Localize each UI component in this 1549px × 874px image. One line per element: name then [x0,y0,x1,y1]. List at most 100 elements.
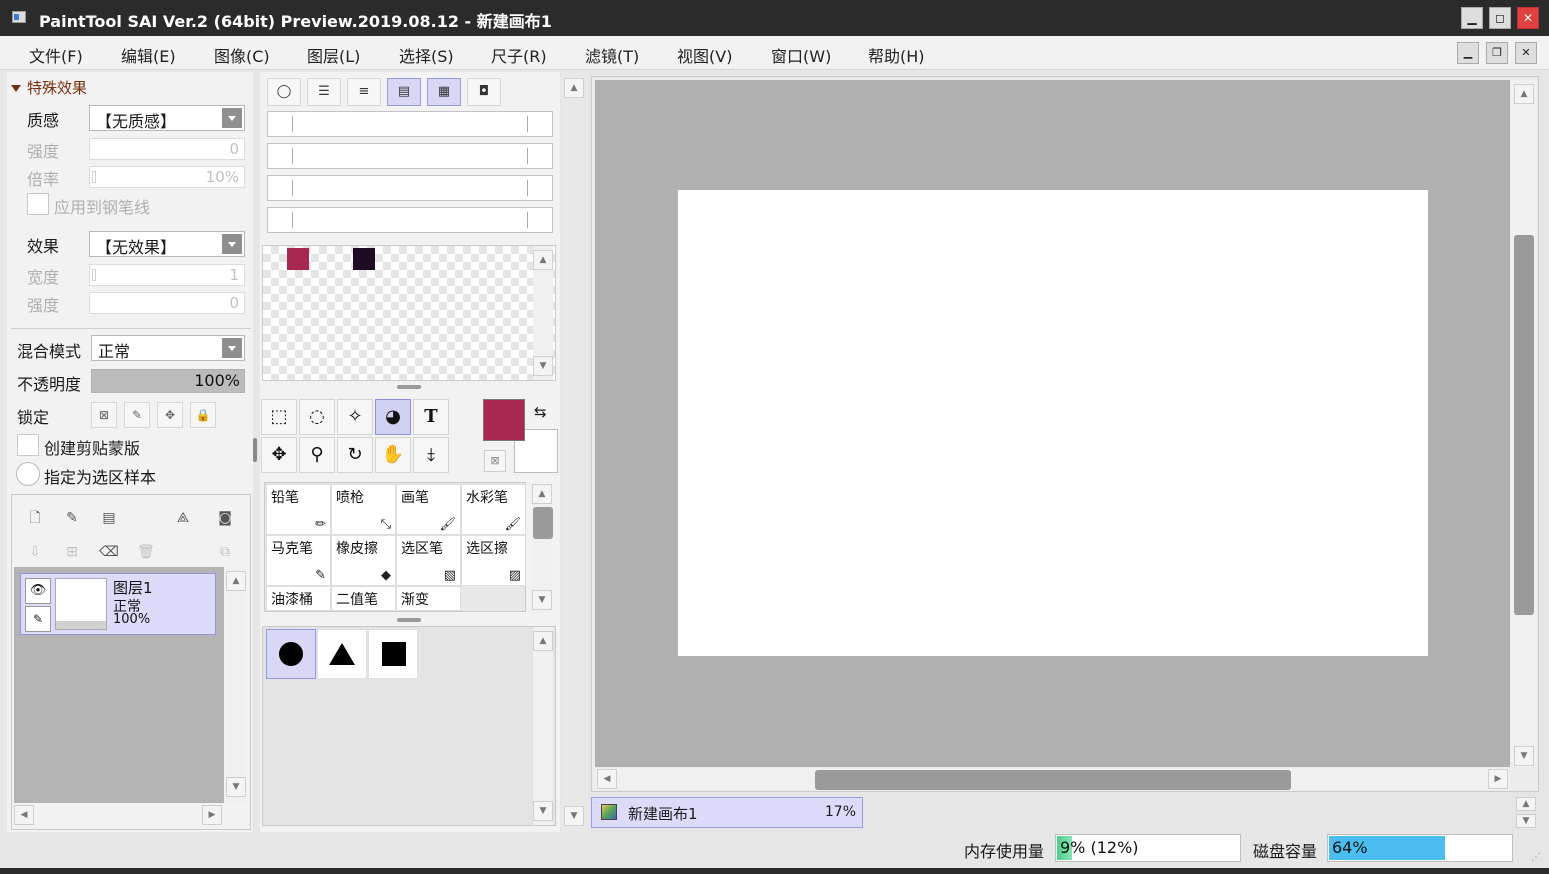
menu-layer[interactable]: 图层(L) [307,43,360,67]
scroll-down-icon[interactable]: ▼ [1514,746,1534,766]
layer-mask-icon[interactable]: ◙ [214,507,236,529]
duplicate-layer-icon[interactable]: ⧉ [214,541,236,563]
rect-select-icon[interactable]: ⬚ [261,399,297,435]
doc-close-button[interactable]: ✕ [1515,42,1537,64]
scroll-down-icon[interactable]: ▼ [533,356,553,376]
resize-grip-icon[interactable]: ⋰ [1531,852,1541,863]
panel-resize-handle[interactable] [253,438,257,462]
brush-airbrush[interactable]: 喷枪 ⤡ [331,484,396,535]
mixer-icon[interactable]: ▤ [387,78,421,106]
scroll-up-icon[interactable]: ▲ [533,250,553,270]
new-layer-icon[interactable]: 🗋 [24,507,46,529]
rotate-icon[interactable]: ↻ [337,437,373,473]
add-layer-icon[interactable]: ⊞ [61,541,83,563]
transparent-color-icon[interactable]: ⊠ [484,450,506,472]
magic-wand-icon[interactable]: ✧ [337,399,373,435]
scroll-up-icon[interactable]: ▲ [533,631,553,651]
color-slider-1[interactable] [267,111,553,137]
blend-mode-select[interactable]: 正常 [91,335,245,361]
clipping-mask-checkbox[interactable] [17,434,39,456]
primary-color[interactable] [483,399,525,441]
edit-pen-icon[interactable]: ✎ [25,606,51,632]
canvas-page[interactable] [678,190,1428,656]
resize-grip[interactable] [397,618,421,622]
rgb-slider-icon[interactable]: ☰ [307,78,341,106]
shape-scrollbar[interactable]: ▲ ▼ [533,627,553,825]
document-tab[interactable]: 新建画布1 17% [591,797,863,828]
menu-filter[interactable]: 滤镜(T) [585,43,639,67]
close-button[interactable]: ✕ [1517,7,1539,29]
strength-slider[interactable]: 0 [89,292,245,314]
selection-sample-radio[interactable] [16,462,40,486]
texture-select[interactable]: 【无质感】 [89,105,245,131]
brush-scrollbar[interactable]: ▲ ▼ [532,482,553,612]
scroll-left-icon[interactable]: ◀ [597,769,617,789]
triangle-shape-icon[interactable] [317,629,367,679]
scroll-right-icon[interactable]: ▶ [1488,769,1508,789]
canvas-background[interactable] [595,80,1510,767]
menu-select[interactable]: 选择(S) [399,43,454,67]
layer-list-scrollbar[interactable]: ▲ ▼ [226,567,246,803]
intensity-slider[interactable]: 0 [89,138,245,160]
lasso-icon[interactable]: ◌ [299,399,335,435]
hand-icon[interactable]: ✋ [375,437,411,473]
brush-watercolor[interactable]: 水彩笔 🖌 [461,484,526,535]
hsv-slider-icon[interactable]: ≡ [347,78,381,106]
effect-select[interactable]: 【无效果】 [89,231,245,257]
resize-grip[interactable] [397,385,421,389]
scroll-down-icon[interactable]: ▼ [1516,814,1536,828]
scroll-up-icon[interactable]: ▲ [564,78,584,98]
width-slider[interactable]: 1 [89,264,245,286]
brush-gradient[interactable]: 渐变 [396,586,461,611]
scroll-right-icon[interactable]: ▶ [202,805,222,825]
lock-transparency-button[interactable]: ⊠ [91,402,117,428]
menu-window[interactable]: 窗口(W) [771,43,831,67]
menu-help[interactable]: 帮助(H) [868,43,925,67]
doc-restore-button[interactable]: ❐ [1486,42,1508,64]
brush-select-eraser[interactable]: 选区擦 ▨ [461,535,526,586]
scroll-down-icon[interactable]: ▼ [532,590,552,610]
minimize-button[interactable]: ▁ [1461,7,1483,29]
brush-marker[interactable]: 马克笔 ✎ [266,535,331,586]
lock-move-button[interactable]: ✥ [157,402,183,428]
scroll-up-icon[interactable]: ▲ [1516,797,1536,811]
text-tool-icon[interactable]: T [413,399,449,435]
menu-edit[interactable]: 编辑(E) [121,43,176,67]
canvas-horizontal-scrollbar[interactable]: ◀ ▶ [595,768,1510,790]
scroll-left-icon[interactable]: ◀ [14,805,34,825]
square-shape-icon[interactable] [368,629,418,679]
clear-layer-icon[interactable]: ⌫ [98,541,120,563]
color-wheel-icon[interactable]: ◯ [267,78,301,106]
scroll-thumb[interactable] [533,507,553,539]
scroll-down-icon[interactable]: ▼ [226,777,246,797]
move-icon[interactable]: ✥ [261,437,297,473]
brush-eraser[interactable]: 橡皮擦 ◆ [331,535,396,586]
effects-section-toggle[interactable]: 特殊效果 [11,77,87,98]
zoom-icon[interactable]: ⚲ [299,437,335,473]
scroll-up-icon[interactable]: ▲ [1514,84,1534,104]
menu-ruler[interactable]: 尺子(R) [491,43,547,67]
scratchpad-icon[interactable]: ◘ [467,78,501,106]
brush-brush[interactable]: 画笔 🖌 [396,484,461,535]
brush-select-pen[interactable]: 选区笔 ▧ [396,535,461,586]
brush-binary-pen[interactable]: 二值笔 [331,586,396,611]
circle-shape-icon[interactable] [266,629,316,679]
menu-file[interactable]: 文件(F) [29,43,83,67]
brush-bucket[interactable]: 油漆桶 [266,586,331,611]
eyedropper-icon[interactable]: ⤈ [413,437,449,473]
lock-all-button[interactable]: 🔒 [190,402,216,428]
new-folder-icon[interactable]: ▤ [98,507,120,529]
color-slider-3[interactable] [267,175,553,201]
swatch-crimson[interactable] [287,248,309,270]
brush-pencil[interactable]: 铅笔 ✏ [266,484,331,535]
doc-minimize-button[interactable]: ▁ [1457,42,1479,64]
swatch-dark-purple[interactable] [353,248,375,270]
scroll-thumb[interactable] [1514,235,1534,615]
new-vector-layer-icon[interactable]: ✎ [61,507,83,529]
scroll-down-icon[interactable]: ▼ [564,806,584,826]
layer-item[interactable]: 👁 ✎ 图层1 正常 100% [20,573,216,635]
lock-paint-button[interactable]: ✎ [124,402,150,428]
delete-layer-icon[interactable]: 🗑 [135,541,157,563]
scroll-thumb[interactable] [815,770,1291,790]
swatch-area[interactable]: ▲ ▼ [262,245,556,381]
